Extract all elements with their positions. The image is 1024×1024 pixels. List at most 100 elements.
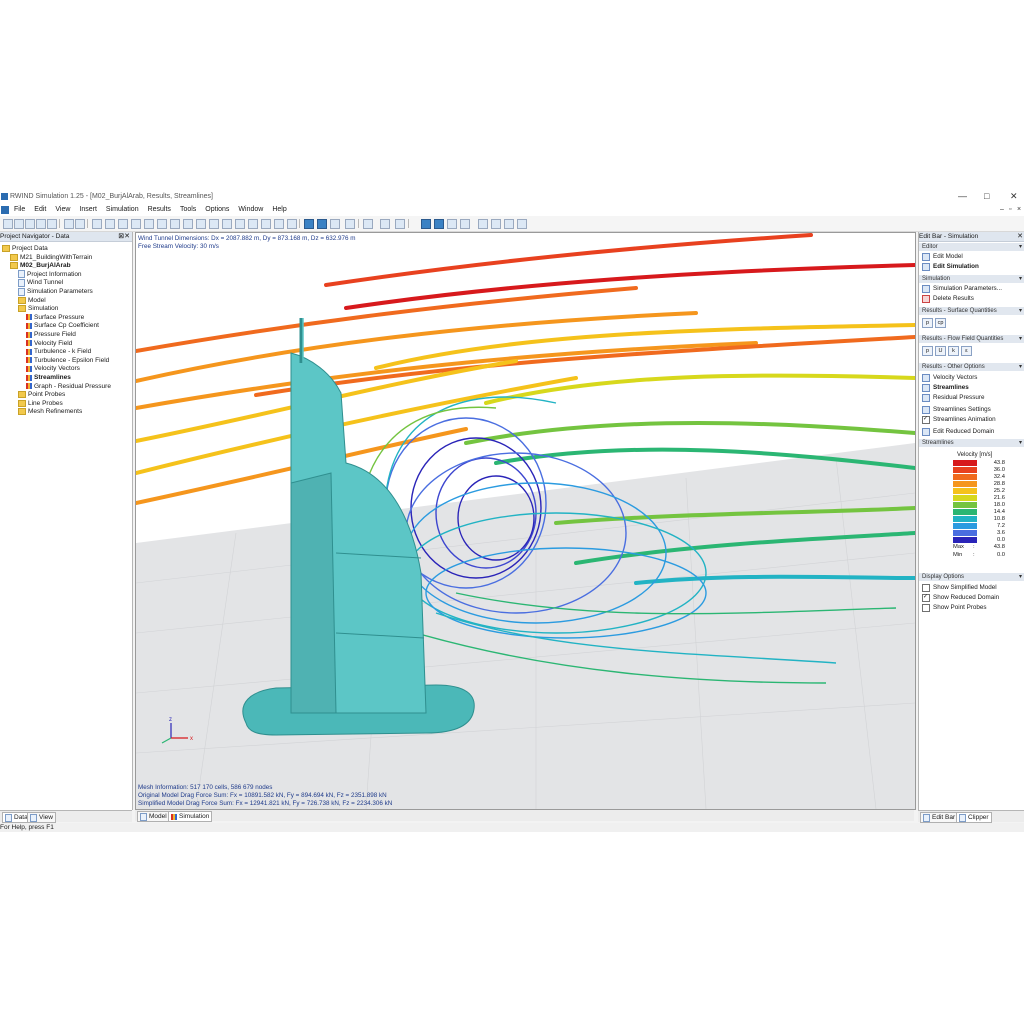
surface-pressure-button[interactable]: p — [922, 318, 933, 328]
flow-pressure-button[interactable]: p — [922, 346, 933, 356]
menu-edit[interactable]: Edit — [34, 206, 46, 213]
grid-icon[interactable] — [380, 219, 390, 229]
tab-model[interactable]: Model — [137, 811, 170, 822]
zoom-all-icon[interactable] — [157, 219, 167, 229]
vectors-icon[interactable] — [434, 219, 444, 229]
perspective-icon[interactable] — [248, 219, 258, 229]
doc-icon — [18, 278, 25, 287]
open-icon[interactable] — [14, 219, 24, 229]
surface-cp-button[interactable]: cp — [935, 318, 946, 328]
menu-tools[interactable]: Tools — [180, 206, 196, 213]
move-icon[interactable] — [118, 219, 128, 229]
tab-clipper[interactable]: Clipper — [956, 812, 992, 823]
streamlines-animation-checkbox[interactable] — [922, 415, 930, 424]
section-display-options[interactable]: Display Options ▾ — [919, 573, 1024, 581]
tab-edit-bar[interactable]: Edit Bar — [920, 812, 959, 823]
section-flow-label: Results - Flow Field Quantities — [922, 336, 1004, 342]
streamlines-animation-item[interactable]: Streamlines Animation — [922, 415, 996, 424]
view-z-icon[interactable] — [209, 219, 219, 229]
doc-close-button[interactable]: × — [1017, 206, 1021, 213]
table-icon[interactable] — [478, 219, 488, 229]
minimize-button[interactable]: — — [958, 191, 967, 201]
collapse-icon: ▾ — [1018, 574, 1022, 580]
show-simplified-model-checkbox[interactable] — [922, 583, 930, 592]
print-icon[interactable] — [36, 219, 46, 229]
flow-k-button[interactable]: k — [948, 346, 959, 356]
settings-icon[interactable] — [504, 219, 514, 229]
result-icon — [26, 383, 32, 390]
clipper-icon[interactable] — [460, 219, 470, 229]
rotate-icon[interactable] — [131, 219, 141, 229]
display-results-icon[interactable] — [317, 219, 327, 229]
maximize-button[interactable]: □ — [984, 191, 989, 201]
show-reduced-domain-checkbox[interactable] — [922, 593, 930, 602]
simulation-parameters-item[interactable]: Simulation Parameters... — [922, 284, 1002, 293]
tab-view[interactable]: View — [27, 812, 56, 823]
mesh-icon[interactable] — [395, 219, 405, 229]
legend-value: 28.8 — [993, 481, 1005, 487]
flow-velocity-button[interactable]: U — [935, 346, 946, 356]
editbar-close-icon[interactable]: ✕ — [1017, 232, 1023, 241]
display-model-icon[interactable] — [304, 219, 314, 229]
section-simulation[interactable]: Simulation ▾ — [919, 275, 1024, 283]
edit-model-item[interactable]: Edit Model — [922, 252, 963, 261]
edit-reduced-domain-item[interactable]: Edit Reduced Domain — [922, 427, 994, 436]
menu-help[interactable]: Help — [272, 206, 286, 213]
menu-insert[interactable]: Insert — [79, 206, 97, 213]
pen-icon[interactable] — [363, 219, 373, 229]
section-editor[interactable]: Editor ▾ — [919, 243, 1024, 251]
menu-results[interactable]: Results — [148, 206, 171, 213]
result-icon — [26, 357, 32, 364]
view-front-icon[interactable] — [235, 219, 245, 229]
section-surface-quantities[interactable]: Results - Surface Quantities ▾ — [919, 307, 1024, 315]
save-icon[interactable] — [25, 219, 35, 229]
data-tab-icon — [5, 813, 12, 822]
menu-simulation[interactable]: Simulation — [106, 206, 139, 213]
doc-minimize-button[interactable]: ‒ — [1000, 206, 1004, 213]
flow-epsilon-button[interactable]: ε — [961, 346, 972, 356]
render-icon[interactable] — [287, 219, 297, 229]
show-simplified-model-item[interactable]: Show Simplified Model — [922, 583, 997, 592]
probe-icon[interactable] — [447, 219, 457, 229]
menu-options[interactable]: Options — [205, 206, 229, 213]
tab-simulation[interactable]: Simulation — [168, 811, 213, 822]
streamlines-item[interactable]: Streamlines — [922, 383, 969, 392]
copy-icon[interactable] — [47, 219, 57, 229]
doc-restore-button[interactable]: ▫ — [1009, 206, 1011, 213]
help-icon[interactable] — [517, 219, 527, 229]
export-icon[interactable] — [491, 219, 501, 229]
view-top-icon[interactable] — [222, 219, 232, 229]
display-mode-icon[interactable] — [330, 219, 340, 229]
view-x-icon[interactable] — [183, 219, 193, 229]
menu-view[interactable]: View — [55, 206, 70, 213]
show-reduced-domain-item[interactable]: Show Reduced Domain — [922, 593, 999, 602]
refresh-icon[interactable] — [261, 219, 271, 229]
section-streamlines[interactable]: Streamlines ▾ — [919, 439, 1024, 447]
menu-window[interactable]: Window — [238, 206, 263, 213]
view-iso-icon[interactable] — [170, 219, 180, 229]
cube-icon[interactable] — [345, 219, 355, 229]
velocity-vectors-item[interactable]: Velocity Vectors — [922, 373, 977, 382]
redo-icon[interactable] — [75, 219, 85, 229]
3d-viewport[interactable]: z x Wind Tunnel Dimensions: Dx = 2087.88… — [135, 232, 916, 810]
reset-view-icon[interactable] — [274, 219, 284, 229]
undo-icon[interactable] — [64, 219, 74, 229]
menu-file[interactable]: File — [14, 206, 25, 213]
edit-simulation-item[interactable]: Edit Simulation — [922, 262, 979, 271]
zoom-icon[interactable] — [144, 219, 154, 229]
delete-results-item[interactable]: Delete Results — [922, 294, 974, 303]
tree-item[interactable]: Mesh Refinements — [18, 407, 82, 416]
close-button[interactable]: ✕ — [1010, 191, 1018, 202]
section-other-options[interactable]: Results - Other Options ▾ — [919, 363, 1024, 371]
view-y-icon[interactable] — [196, 219, 206, 229]
section-flow-quantities[interactable]: Results - Flow Field Quantities ▾ — [919, 335, 1024, 343]
navigator-close-icon[interactable]: ⊠✕ — [118, 232, 130, 241]
residual-pressure-item[interactable]: Residual Pressure — [922, 393, 984, 402]
select-icon[interactable] — [105, 219, 115, 229]
show-point-probes-item[interactable]: Show Point Probes — [922, 603, 987, 612]
streamlines-settings-item[interactable]: Streamlines Settings — [922, 405, 991, 414]
new-icon[interactable] — [3, 219, 13, 229]
streamline-icon[interactable] — [421, 219, 431, 229]
edit-icon[interactable] — [92, 219, 102, 229]
show-point-probes-checkbox[interactable] — [922, 603, 930, 612]
